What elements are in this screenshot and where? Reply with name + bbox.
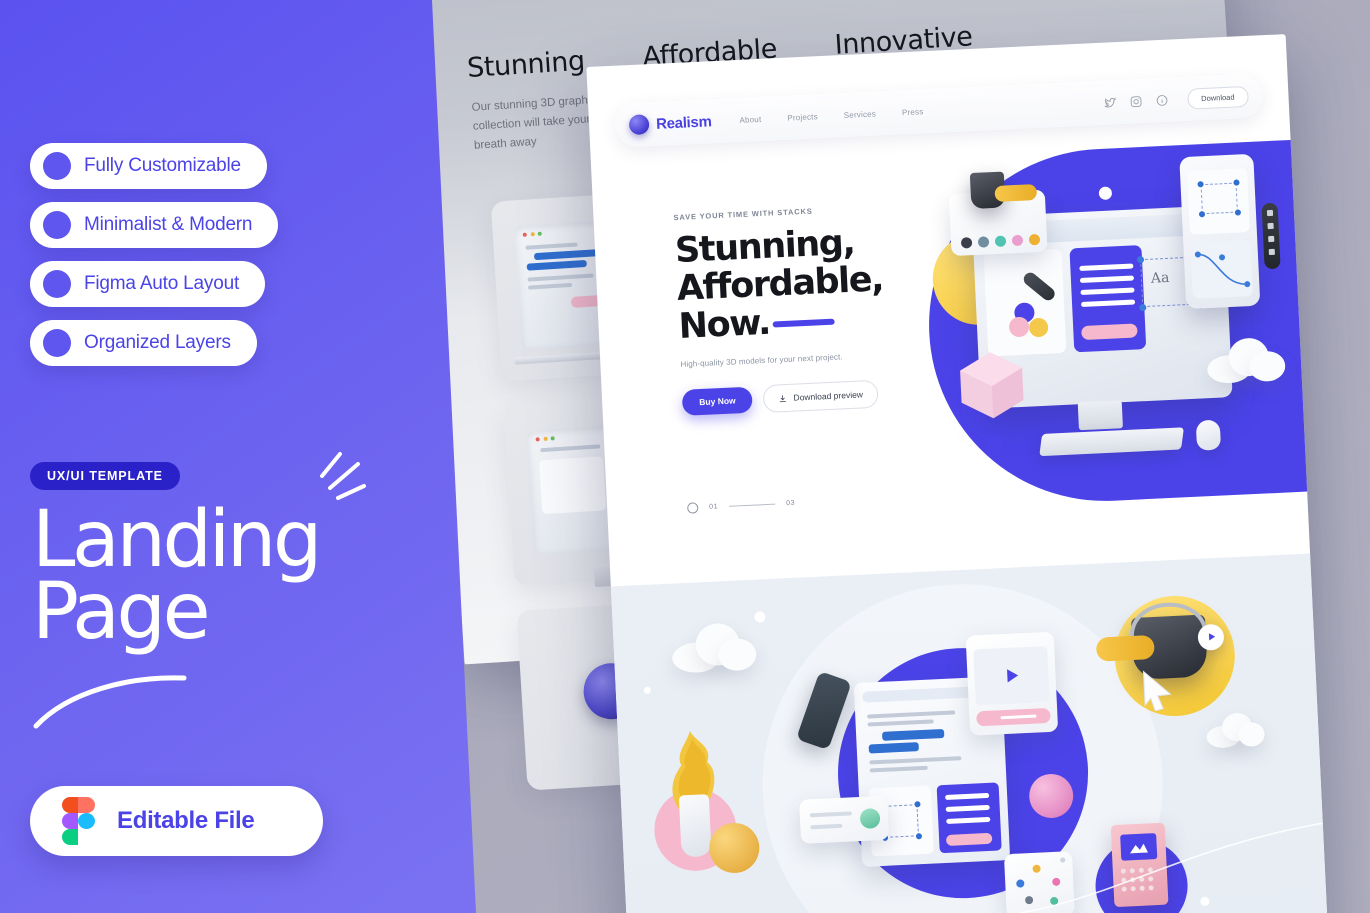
site-logo-text[interactable]: Realism: [656, 113, 712, 133]
screenshot-stage: Stunning Affordable Innovative Our stunn…: [0, 0, 1370, 913]
window-dots-icon: [522, 231, 542, 237]
editable-file-button[interactable]: Editable File: [30, 786, 323, 856]
buy-now-button[interactable]: Buy Now: [681, 387, 754, 417]
pager-line: [729, 503, 776, 507]
feature-pill[interactable]: Organized Layers: [30, 320, 257, 366]
feature-pill-label: Figma Auto Layout: [84, 273, 240, 294]
feature-pill[interactable]: Figma Auto Layout: [30, 261, 266, 307]
circle-icon[interactable]: [687, 502, 699, 514]
left-promo-panel: Fully Customizable Minimalist & Modern F…: [0, 0, 476, 913]
download-preview-label: Download preview: [793, 389, 864, 404]
download-icon: [780, 395, 787, 403]
main-mockup-page: Realism About Projects Services Press Do…: [586, 34, 1334, 913]
window-dots-icon: [535, 436, 555, 442]
sparkle-decoration: [320, 452, 366, 500]
twitter-icon[interactable]: [1103, 96, 1117, 110]
hero-title: Stunning, Affordable, Now.: [674, 220, 929, 348]
phone-mockup-prop: [1179, 153, 1261, 310]
hero-pagination: 01 03: [687, 498, 795, 514]
nav-download-button[interactable]: Download: [1186, 85, 1249, 110]
lower-showcase-section: [610, 553, 1334, 913]
instagram-icon[interactable]: [1129, 94, 1143, 108]
video-card-prop: [965, 631, 1059, 736]
page-title: Landing Page: [32, 495, 322, 657]
feature-pill-label: Minimalist & Modern: [84, 214, 253, 235]
connector-curve: [630, 822, 1323, 913]
page-title-line-2: Page: [32, 566, 211, 657]
swoosh-decoration: [33, 675, 187, 729]
tool-palette-prop: [1261, 202, 1281, 270]
pink-hexagon-prop: [960, 352, 1024, 419]
mouse-prop: [1195, 419, 1222, 451]
paint-pour-prop: [1095, 634, 1155, 662]
bullet-circle-icon: [43, 211, 71, 239]
bullet-circle-icon: [43, 270, 71, 298]
hero-subtitle: High-quality 3D models for your next pro…: [680, 352, 843, 370]
paint-pour-prop: [994, 183, 1038, 202]
feature-pill-list: Fully Customizable Minimalist & Modern F…: [30, 143, 279, 366]
nav-right-group: Download: [1103, 85, 1249, 113]
site-navbar: Realism About Projects Services Press Do…: [614, 73, 1264, 148]
background-heading: Stunning: [466, 45, 586, 84]
nav-link-about[interactable]: About: [739, 114, 761, 124]
hero-buttons: Buy Now Download preview: [681, 378, 933, 418]
feature-pill[interactable]: Fully Customizable: [30, 143, 267, 189]
cloud-prop: [671, 622, 757, 674]
pager-current: 01: [709, 503, 719, 511]
hero-title-line-3: Now.: [677, 303, 771, 348]
play-icon[interactable]: [1001, 665, 1022, 686]
white-dot: [643, 686, 651, 695]
feature-pill-label: Fully Customizable: [84, 155, 241, 176]
download-preview-button[interactable]: Download preview: [762, 380, 879, 414]
cursor-icon: [1142, 670, 1172, 712]
feature-pill-label: Organized Layers: [84, 332, 231, 353]
editable-file-label: Editable File: [117, 807, 255, 834]
white-dot: [754, 611, 766, 623]
nav-link-services[interactable]: Services: [844, 109, 877, 120]
sphere-logo-icon: [628, 114, 650, 136]
hero-illustration: Aa: [911, 139, 1318, 517]
page-title-line-1: Landing: [32, 495, 322, 585]
title-underline: [772, 318, 835, 328]
hero-eyebrow: SAVE YOUR TIME WITH STACKS: [673, 206, 813, 223]
cloud-prop: [1206, 336, 1286, 385]
info-icon[interactable]: [1155, 93, 1169, 107]
feature-pill[interactable]: Minimalist & Modern: [30, 202, 279, 248]
bullet-circle-icon: [43, 329, 71, 357]
hero-copy: SAVE YOUR TIME WITH STACKS Stunning, Aff…: [673, 201, 932, 417]
template-badge: UX/UI TEMPLATE: [30, 462, 180, 490]
bullet-circle-icon: [43, 152, 71, 180]
nav-link-projects[interactable]: Projects: [787, 112, 818, 122]
nav-links: About Projects Services Press: [739, 107, 923, 125]
cloud-prop: [1206, 712, 1266, 749]
monitor-stand-prop: [1077, 400, 1123, 431]
figma-logo-icon: [62, 797, 95, 845]
nav-link-press[interactable]: Press: [902, 107, 924, 117]
pager-total: 03: [785, 499, 796, 508]
